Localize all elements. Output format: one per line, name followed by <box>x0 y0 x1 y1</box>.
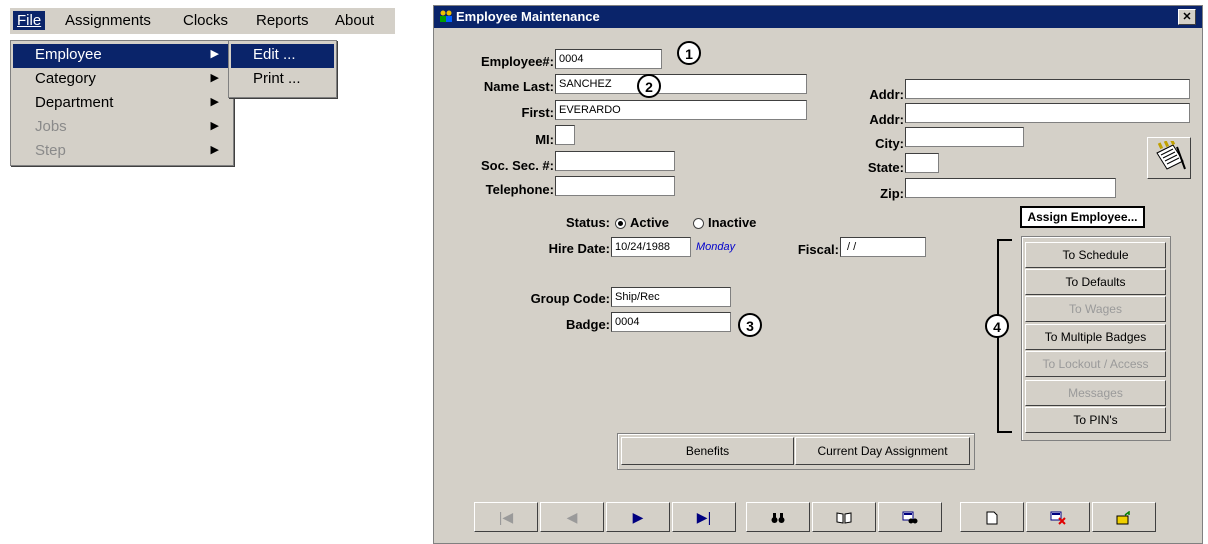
fiscal-input[interactable]: / / <box>840 237 926 257</box>
name-last-label: Name Last: <box>483 79 554 94</box>
assign-employee-button[interactable]: Assign Employee... <box>1020 206 1145 228</box>
file-dropdown-menu: Employee ▶ Category ▶ Department ▶ Jobs … <box>10 40 234 166</box>
status-label: Status: <box>565 215 610 230</box>
menu-item-label: Department <box>35 94 114 111</box>
menu-assignments[interactable]: Assignments <box>65 12 151 29</box>
notepad-icon <box>1156 138 1186 170</box>
title-bar: Employee Maintenance ✕ <box>434 6 1202 28</box>
hire-date-input[interactable]: 10/24/1988 <box>611 237 691 257</box>
menu-item-label: Jobs <box>35 118 67 135</box>
to-lockout-access-button: To Lockout / Access <box>1025 351 1166 377</box>
employee-submenu: Edit ... Print ... <box>228 40 337 98</box>
menu-item-edit[interactable]: Edit ... <box>231 44 334 68</box>
first-name-label: First: <box>521 105 555 120</box>
callout-2: 2 <box>637 74 661 98</box>
first-record-icon: |◀ <box>474 502 538 532</box>
addr1-input[interactable] <box>905 79 1190 99</box>
navigation-toolbar: |◀ ◀ ▶ ▶| <box>474 502 1174 532</box>
employee-number-input[interactable]: 0004 <box>555 49 662 69</box>
state-label: State: <box>867 160 904 175</box>
menu-item-label: Category <box>35 70 96 87</box>
messages-button: Messages <box>1025 380 1166 406</box>
to-multiple-badges-button[interactable]: To Multiple Badges <box>1025 324 1166 350</box>
employee-maintenance-dialog: Employee Maintenance ✕ Employee#: 0004 1… <box>433 5 1203 544</box>
new-record-icon[interactable] <box>960 502 1024 532</box>
menu-item-label: Print ... <box>253 70 301 87</box>
status-inactive-label: Inactive <box>708 215 757 230</box>
to-pins-button[interactable]: To PIN's <box>1025 407 1166 433</box>
current-day-assignment-button[interactable]: Current Day Assignment <box>795 437 970 465</box>
name-last-input[interactable]: SANCHEZ <box>555 74 807 94</box>
mi-label: MI: <box>535 132 554 147</box>
menu-item-department[interactable]: Department ▶ <box>13 92 231 116</box>
zip-input[interactable] <box>905 178 1116 198</box>
employee-number-label: Employee#: <box>481 54 554 69</box>
menu-item-print[interactable]: Print ... <box>231 68 334 92</box>
prev-record-icon: ◀ <box>540 502 604 532</box>
menu-about[interactable]: About <box>335 12 374 29</box>
delete-record-icon[interactable] <box>1026 502 1090 532</box>
hire-date-label: Hire Date: <box>548 241 610 256</box>
submenu-arrow-icon: ▶ <box>210 48 219 60</box>
badge-input[interactable]: 0004 <box>611 312 731 332</box>
to-wages-button: To Wages <box>1025 296 1166 322</box>
menu-item-label: Step <box>35 142 66 159</box>
people-icon <box>440 10 452 22</box>
menu-item-label: Employee <box>35 46 102 63</box>
telephone-label: Telephone: <box>485 182 554 197</box>
find-icon[interactable] <box>746 502 810 532</box>
mi-input[interactable] <box>555 125 575 145</box>
city-input[interactable] <box>905 127 1024 147</box>
last-record-icon[interactable]: ▶| <box>672 502 736 532</box>
addr2-input[interactable] <box>905 103 1190 123</box>
notes-button[interactable] <box>1147 137 1191 179</box>
to-defaults-button[interactable]: To Defaults <box>1025 269 1166 295</box>
menu-item-employee[interactable]: Employee ▶ <box>13 44 231 68</box>
group-code-label: Group Code: <box>530 291 610 306</box>
dialog-title: Employee Maintenance <box>456 9 600 24</box>
submenu-arrow-icon: ▶ <box>210 96 219 108</box>
state-input[interactable] <box>905 153 939 173</box>
menu-clocks[interactable]: Clocks <box>183 12 228 29</box>
submenu-arrow-icon: ▶ <box>210 144 219 156</box>
menu-item-label: Edit ... <box>253 46 296 63</box>
status-active-radio[interactable] <box>615 218 626 229</box>
status-active-label: Active <box>630 215 670 230</box>
callout-4: 4 <box>985 314 1009 338</box>
submenu-arrow-icon: ▶ <box>210 120 219 132</box>
to-schedule-button[interactable]: To Schedule <box>1025 242 1166 268</box>
badge-label: Badge: <box>565 317 610 332</box>
zip-label: Zip: <box>880 186 904 201</box>
hire-weekday-text: Monday <box>696 241 736 253</box>
callout-3: 3 <box>738 313 762 337</box>
menu-reports[interactable]: Reports <box>256 12 309 29</box>
addr1-label: Addr: <box>869 87 904 102</box>
ssn-label: Soc. Sec. #: <box>481 158 554 173</box>
book-icon[interactable] <box>812 502 876 532</box>
group-code-input[interactable]: Ship/Rec <box>611 287 731 307</box>
menu-item-jobs: Jobs ▶ <box>13 116 231 140</box>
next-record-icon[interactable]: ▶ <box>606 502 670 532</box>
menu-item-step: Step ▶ <box>13 140 231 164</box>
benefits-button[interactable]: Benefits <box>621 437 794 465</box>
menu-file[interactable]: File <box>13 11 46 30</box>
search-record-icon[interactable] <box>878 502 942 532</box>
close-icon[interactable]: ✕ <box>1178 9 1196 25</box>
menu-item-category[interactable]: Category ▶ <box>13 68 231 92</box>
first-name-input[interactable]: EVERARDO <box>555 100 807 120</box>
telephone-input[interactable] <box>555 176 675 196</box>
addr2-label: Addr: <box>869 112 904 127</box>
callout-1: 1 <box>677 41 701 65</box>
city-label: City: <box>875 136 904 151</box>
menu-bar: File Assignments Clocks Reports About <box>10 8 395 34</box>
ssn-input[interactable] <box>555 151 675 171</box>
submenu-arrow-icon: ▶ <box>210 72 219 84</box>
save-record-icon[interactable] <box>1092 502 1156 532</box>
status-inactive-radio[interactable] <box>693 218 704 229</box>
fiscal-label: Fiscal: <box>797 242 839 257</box>
